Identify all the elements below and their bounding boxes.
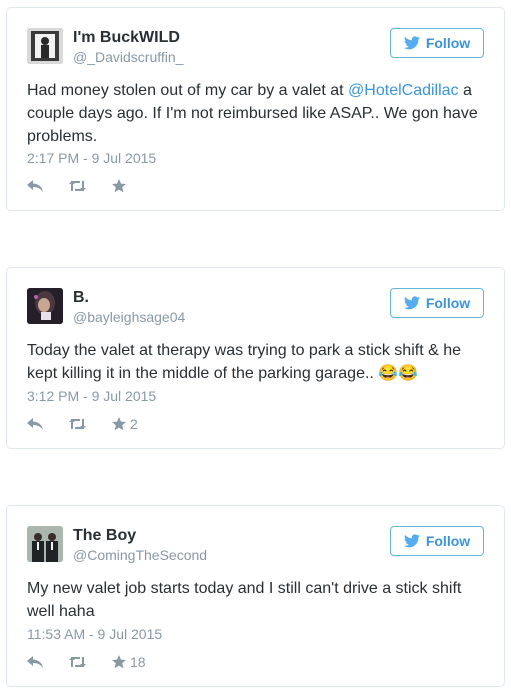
reply-button[interactable] bbox=[27, 656, 43, 668]
tweet-actions: 18 bbox=[27, 652, 171, 672]
retweet-icon bbox=[69, 181, 86, 191]
twitter-bird-icon bbox=[403, 296, 420, 310]
favorite-count: 2 bbox=[130, 416, 138, 432]
twitter-bird-icon bbox=[403, 534, 420, 548]
display-name[interactable]: B. bbox=[73, 289, 89, 307]
favorite-count: 18 bbox=[130, 654, 146, 670]
tweet-card: The Boy @ComingTheSecond Follow My new v… bbox=[6, 505, 505, 687]
retweet-button[interactable] bbox=[68, 180, 87, 192]
follow-label: Follow bbox=[425, 35, 471, 51]
username[interactable]: @bayleighsage04 bbox=[73, 309, 185, 325]
avatar[interactable] bbox=[27, 28, 63, 64]
favorite-icon bbox=[112, 655, 126, 669]
retweet-icon bbox=[69, 657, 86, 667]
tweet-card: I'm BuckWILD @_Davidscruffin_ Follow Had… bbox=[6, 7, 505, 211]
follow-label: Follow bbox=[425, 533, 471, 549]
retweet-icon bbox=[69, 419, 86, 429]
display-name[interactable]: The Boy bbox=[73, 527, 136, 545]
follow-button[interactable]: Follow bbox=[390, 288, 484, 318]
tweet-text: Today the valet at therapy was trying to… bbox=[27, 342, 461, 382]
reply-button[interactable] bbox=[27, 418, 43, 430]
avatar[interactable] bbox=[27, 526, 63, 562]
tweet-actions: 2 bbox=[27, 414, 163, 434]
retweet-button[interactable] bbox=[68, 418, 87, 430]
favorite-button[interactable] bbox=[112, 179, 130, 193]
display-name[interactable]: I'm BuckWILD bbox=[73, 29, 180, 47]
mention-link[interactable]: @HotelCadillac bbox=[348, 82, 459, 99]
tweet-text: Had money stolen out of my car by a vale… bbox=[27, 82, 478, 145]
username[interactable]: @ComingTheSecond bbox=[73, 547, 207, 563]
follow-label: Follow bbox=[425, 295, 471, 311]
favorite-icon bbox=[112, 417, 126, 431]
username[interactable]: @_Davidscruffin_ bbox=[73, 49, 183, 65]
tweet-actions bbox=[27, 176, 155, 196]
tweet-card: B. @bayleighsage04 Follow Today the vale… bbox=[6, 267, 505, 449]
reply-icon bbox=[27, 418, 43, 430]
favorite-icon bbox=[112, 179, 126, 193]
follow-button[interactable]: Follow bbox=[390, 28, 484, 58]
reply-icon bbox=[27, 180, 43, 192]
favorite-button[interactable]: 18 bbox=[112, 654, 146, 670]
tweet-text: My new valet job starts today and I stil… bbox=[27, 580, 462, 620]
follow-button[interactable]: Follow bbox=[390, 526, 484, 556]
timestamp[interactable]: 2:17 PM - 9 Jul 2015 bbox=[27, 150, 156, 166]
favorite-button[interactable]: 2 bbox=[112, 416, 138, 432]
reply-button[interactable] bbox=[27, 180, 43, 192]
timestamp[interactable]: 3:12 PM - 9 Jul 2015 bbox=[27, 388, 156, 404]
reply-icon bbox=[27, 656, 43, 668]
twitter-bird-icon bbox=[403, 36, 420, 50]
avatar[interactable] bbox=[27, 288, 63, 324]
retweet-button[interactable] bbox=[68, 656, 87, 668]
timestamp[interactable]: 11:53 AM - 9 Jul 2015 bbox=[27, 626, 162, 642]
